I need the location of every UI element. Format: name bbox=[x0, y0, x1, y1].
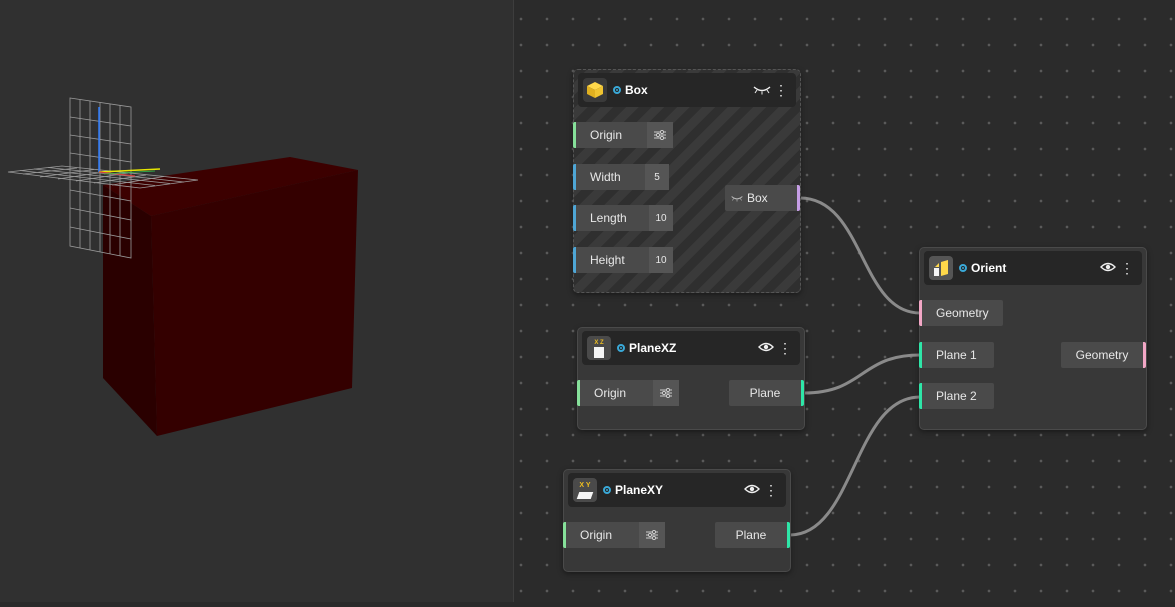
wire-planexz-to-plane1 bbox=[803, 353, 921, 395]
eye-icon[interactable] bbox=[742, 483, 762, 498]
sliders-icon[interactable] bbox=[653, 380, 679, 406]
box-length-input[interactable]: Length 10 bbox=[573, 205, 673, 231]
box-cube-icon bbox=[583, 78, 607, 102]
plane-xz-icon: X Z bbox=[587, 336, 611, 360]
planexy-plane-output[interactable]: Plane bbox=[715, 522, 790, 548]
box-output-port[interactable]: Box bbox=[725, 185, 800, 211]
status-dot-icon bbox=[613, 86, 621, 94]
status-dot-icon bbox=[617, 344, 625, 352]
planexy-node[interactable]: X Y PlaneXY ⋮ Origin Plane bbox=[563, 469, 791, 572]
status-dot-icon bbox=[959, 264, 967, 272]
kebab-menu-icon[interactable]: ⋮ bbox=[772, 83, 790, 97]
planexy-node-header[interactable]: X Y PlaneXY ⋮ bbox=[568, 473, 786, 507]
box-node-header[interactable]: Box ⋮ bbox=[578, 73, 796, 107]
planexy-node-title: PlaneXY bbox=[615, 483, 664, 497]
planexz-node-header[interactable]: X Z PlaneXZ ⋮ bbox=[582, 331, 800, 365]
orient-node-header[interactable]: Orient ⋮ bbox=[924, 251, 1142, 285]
orient-node-title: Orient bbox=[971, 261, 1007, 275]
box-width-value[interactable]: 5 bbox=[645, 164, 669, 190]
box-length-value[interactable]: 10 bbox=[649, 205, 673, 231]
status-dot-icon bbox=[603, 486, 611, 494]
orient-geometry-input[interactable]: Geometry bbox=[919, 300, 1003, 326]
kebab-menu-icon[interactable]: ⋮ bbox=[776, 341, 794, 355]
orient-plane2-input[interactable]: Plane 2 bbox=[919, 383, 994, 409]
planexz-origin-input[interactable]: Origin bbox=[577, 380, 679, 406]
scene-render bbox=[7, 97, 358, 436]
box-height-input[interactable]: Height 10 bbox=[573, 247, 673, 273]
plane-xy-icon: X Y bbox=[573, 478, 597, 502]
wire-box-to-geometry bbox=[799, 196, 921, 315]
orient-icon bbox=[929, 256, 953, 280]
wire-planexy-to-plane2 bbox=[789, 395, 921, 537]
sliders-icon[interactable] bbox=[647, 122, 673, 148]
eye-closed-icon[interactable] bbox=[752, 83, 772, 98]
eye-icon[interactable] bbox=[756, 341, 776, 356]
box-node-title: Box bbox=[625, 83, 648, 97]
node-graph-canvas[interactable]: Box ⋮ Origin Width 5 Length 10 Height 10 bbox=[514, 0, 1175, 602]
orient-node[interactable]: Orient ⋮ Geometry Plane 1 Plane 2 Geomet… bbox=[919, 247, 1147, 430]
sliders-icon[interactable] bbox=[639, 522, 665, 548]
planexz-plane-output[interactable]: Plane bbox=[729, 380, 804, 406]
eye-icon[interactable] bbox=[1098, 261, 1118, 276]
orient-plane1-input[interactable]: Plane 1 bbox=[919, 342, 994, 368]
3d-viewport[interactable] bbox=[0, 0, 513, 602]
box-node[interactable]: Box ⋮ Origin Width 5 Length 10 Height 10 bbox=[573, 69, 801, 293]
kebab-menu-icon[interactable]: ⋮ bbox=[762, 483, 780, 497]
planexz-node-title: PlaneXZ bbox=[629, 341, 677, 355]
box-width-input[interactable]: Width 5 bbox=[573, 164, 669, 190]
orient-geometry-output[interactable]: Geometry bbox=[1061, 342, 1146, 368]
kebab-menu-icon[interactable]: ⋮ bbox=[1118, 261, 1136, 275]
box-geometry-front-face bbox=[151, 170, 358, 436]
planexy-origin-input[interactable]: Origin bbox=[563, 522, 665, 548]
box-origin-input[interactable]: Origin bbox=[573, 122, 673, 148]
planexz-node[interactable]: X Z PlaneXZ ⋮ Origin Plane bbox=[577, 327, 805, 430]
box-height-value[interactable]: 10 bbox=[649, 247, 673, 273]
box-geometry-left-face bbox=[103, 185, 157, 436]
eye-closed-icon bbox=[731, 191, 743, 205]
